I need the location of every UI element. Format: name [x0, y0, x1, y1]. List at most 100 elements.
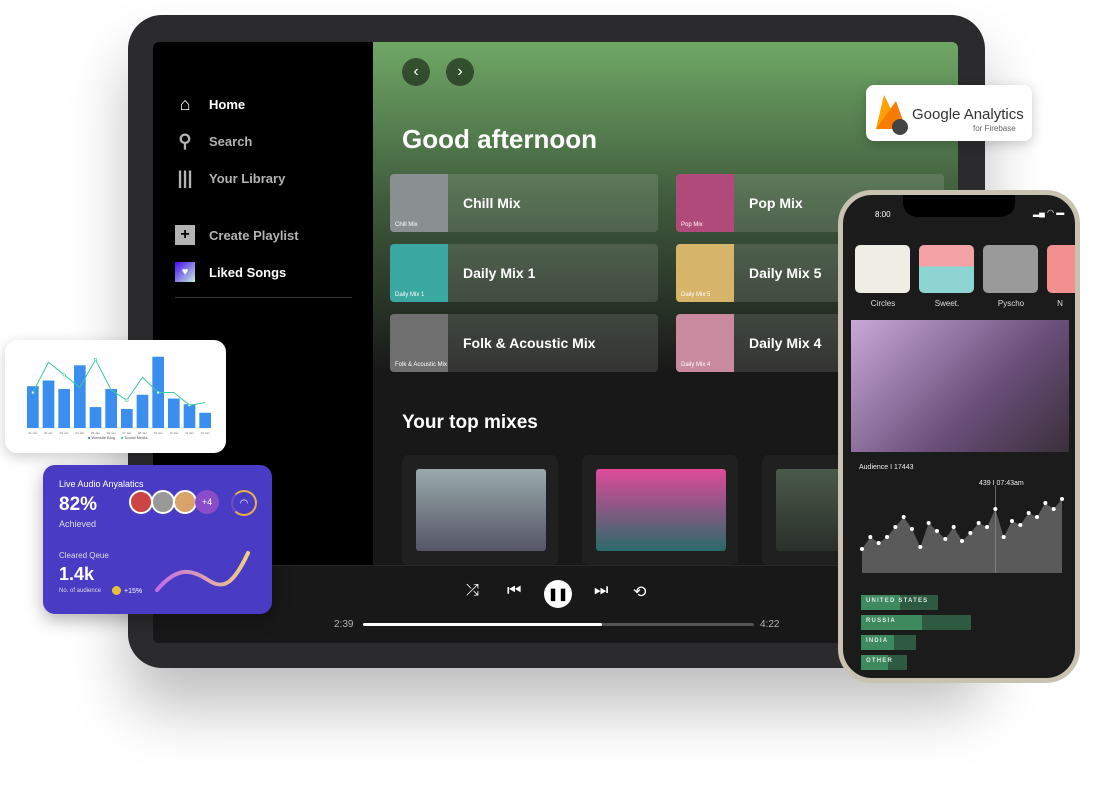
audience-point	[968, 531, 973, 535]
forward-button[interactable]: ›	[446, 58, 474, 86]
audience-point	[1035, 515, 1039, 519]
bar	[121, 409, 133, 428]
elapsed-time: 2:39	[334, 619, 354, 630]
audience-point	[926, 521, 931, 525]
x-tick-label: 09 Jan	[154, 431, 163, 435]
album-pyscho[interactable]	[983, 245, 1038, 293]
audience-point	[993, 507, 998, 511]
card-title: Folk & Acoustic Mix	[463, 335, 596, 351]
live-audio-analytics-card: Live Audio Anyalatics 82% Achieved +4 ◠ …	[43, 465, 272, 614]
card-title: Pop Mix	[749, 195, 803, 211]
mix-shortcut-card[interactable]: Daily Mix 1 Daily Mix 1	[390, 244, 658, 302]
album-sweet[interactable]	[919, 245, 974, 293]
legend-website-blog: ■ Website Blog	[88, 435, 116, 440]
greeting: Good afternoon	[402, 124, 597, 154]
repeat-icon[interactable]: ⟲	[633, 582, 646, 602]
live-video[interactable]	[851, 320, 1069, 452]
album-art: Chill Mix	[390, 174, 448, 232]
mix-card[interactable]	[402, 455, 558, 565]
sidebar-item-liked-songs[interactable]: ♥ Liked Songs	[175, 262, 286, 282]
phone-notch	[903, 195, 1015, 217]
line-point	[187, 403, 192, 407]
bar	[58, 389, 70, 428]
album-label: Pyscho	[997, 299, 1025, 308]
x-tick-label: 11 Jan	[185, 431, 194, 435]
queue-label: Cleared Qeue	[59, 551, 109, 560]
x-tick-label: 04 Jan	[75, 431, 84, 435]
achieved-percent: 82%	[59, 494, 98, 515]
album-art: Daily Mix 5	[676, 244, 734, 302]
line-point	[31, 390, 35, 395]
card-title: Live Audio Anyalatics	[59, 479, 144, 489]
section-title: Your top mixes	[402, 412, 538, 433]
progress-bar[interactable]	[363, 623, 754, 626]
firebase-logo	[876, 95, 908, 135]
card-title: Chill Mix	[463, 195, 521, 211]
audience-point	[876, 541, 881, 545]
audience-point	[860, 547, 864, 551]
home-icon: ⌂	[179, 93, 191, 114]
mix-shortcut-card[interactable]: Folk & Acoustic Mix Folk & Acoustic Mix	[390, 314, 658, 372]
card-title: Daily Mix 4	[749, 335, 822, 351]
audience-label: Audience I 17443	[859, 464, 914, 471]
country-bar: OTHER	[861, 655, 908, 670]
coin-icon	[112, 586, 121, 595]
album-next[interactable]	[1047, 245, 1075, 293]
avatar	[173, 490, 197, 514]
album-circles[interactable]	[855, 245, 910, 293]
status-icons: ▂▄ ◠ ▬	[1033, 208, 1065, 217]
plus-icon: +	[175, 225, 195, 245]
audience-point	[943, 537, 948, 541]
next-icon[interactable]: ⏭	[594, 582, 608, 600]
audience-point	[1001, 535, 1006, 539]
line-point	[62, 373, 66, 377]
library-icon: |||	[177, 167, 193, 188]
x-tick-label: 10 Jan	[169, 431, 178, 435]
audience-point	[1051, 507, 1056, 511]
shuffle-icon[interactable]: ⤮	[466, 582, 479, 600]
country-bar: UNITED STATES	[861, 595, 938, 610]
audience-label: No. of audience	[59, 588, 102, 594]
trend-curve	[155, 551, 250, 592]
line-point	[156, 390, 160, 395]
audience-point	[918, 545, 923, 549]
search-icon: ⚲	[178, 130, 192, 151]
album-art: Folk & Acoustic Mix	[390, 314, 448, 372]
previous-icon[interactable]: ⏮	[507, 582, 521, 600]
audience-point	[1026, 511, 1031, 515]
avatar-group: +4	[129, 490, 219, 514]
badge-subtitle: for Firebase	[973, 124, 1016, 133]
pause-button[interactable]: ❚❚	[544, 580, 572, 608]
audience-area	[862, 499, 1062, 573]
sidebar-item-create-playlist[interactable]: + Create Playlist	[175, 225, 299, 245]
bag-icon[interactable]: ◠	[231, 490, 257, 516]
x-tick-label: 03 Jan	[60, 431, 69, 435]
audience-point	[985, 525, 989, 529]
avatar	[151, 490, 175, 514]
badge-title: Google Analytics	[912, 106, 1024, 123]
x-tick-label: 01 Jan	[28, 431, 37, 435]
audience-point	[1060, 497, 1064, 501]
audience-point	[1018, 523, 1023, 527]
bar	[136, 394, 149, 428]
album-label: N	[1057, 299, 1063, 308]
sidebar-item-library[interactable]: ||| Your Library	[175, 168, 285, 188]
audience-point	[960, 539, 964, 543]
audience-point	[893, 525, 898, 529]
bar	[105, 389, 117, 428]
back-button[interactable]: ‹	[402, 58, 430, 86]
google-analytics-badge: Google Analytics for Firebase	[866, 85, 1032, 141]
album-art: Daily Mix 1	[390, 244, 448, 302]
audience-point	[1010, 519, 1014, 523]
sidebar-item-search[interactable]: ⚲ Search	[175, 131, 252, 151]
phone-frame: 8:00 ▂▄ ◠ ▬ Circles Sweet. Pyscho N Audi…	[838, 190, 1080, 683]
mix-shortcut-card[interactable]: Chill Mix Chill Mix	[390, 174, 658, 232]
chart-legend: ■ Website Blog ■ Social Media	[88, 435, 148, 440]
mix-card[interactable]	[582, 455, 738, 565]
audience-chart	[860, 485, 1064, 573]
audience-point	[935, 529, 939, 533]
sidebar-item-home[interactable]: ⌂ Home	[175, 93, 246, 114]
bar	[168, 398, 180, 428]
album-label: Circles	[870, 299, 896, 308]
audience-point	[901, 515, 906, 519]
